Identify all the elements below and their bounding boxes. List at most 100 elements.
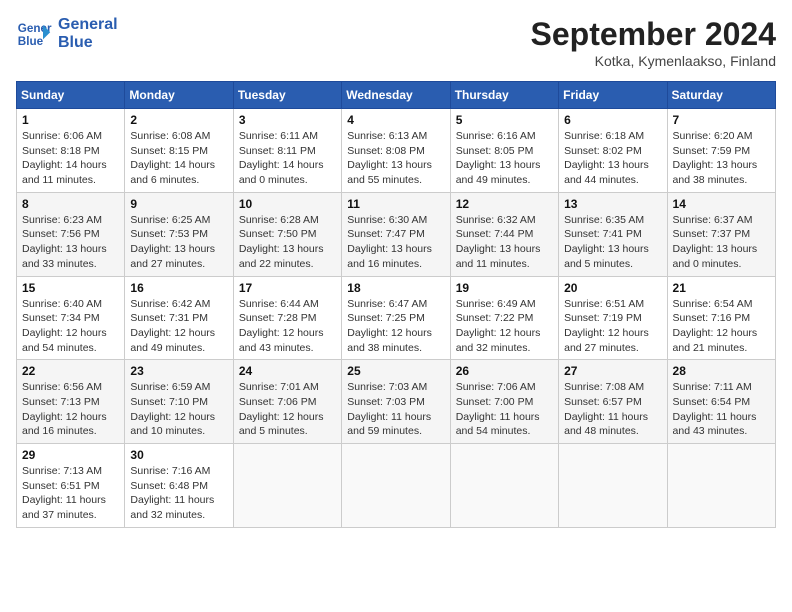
sunset-text: Sunset: 7:13 PM <box>22 395 119 410</box>
sunrise-text: Sunrise: 6:11 AM <box>239 129 336 144</box>
day-number: 5 <box>456 113 553 127</box>
calendar-cell: 12 Sunrise: 6:32 AM Sunset: 7:44 PM Dayl… <box>450 192 558 276</box>
day-number: 23 <box>130 364 227 378</box>
daylight-text: Daylight: 14 hours and 6 minutes. <box>130 158 227 187</box>
daylight-text: Daylight: 11 hours and 32 minutes. <box>130 493 227 522</box>
calendar-cell: 16 Sunrise: 6:42 AM Sunset: 7:31 PM Dayl… <box>125 276 233 360</box>
daylight-text: Daylight: 13 hours and 55 minutes. <box>347 158 444 187</box>
sunrise-text: Sunrise: 6:56 AM <box>22 380 119 395</box>
sunrise-text: Sunrise: 7:06 AM <box>456 380 553 395</box>
calendar-cell: 28 Sunrise: 7:11 AM Sunset: 6:54 PM Dayl… <box>667 360 775 444</box>
daylight-text: Daylight: 11 hours and 37 minutes. <box>22 493 119 522</box>
day-number: 28 <box>673 364 770 378</box>
sunrise-text: Sunrise: 6:37 AM <box>673 213 770 228</box>
calendar-cell: 9 Sunrise: 6:25 AM Sunset: 7:53 PM Dayli… <box>125 192 233 276</box>
sunset-text: Sunset: 7:41 PM <box>564 227 661 242</box>
daylight-text: Daylight: 12 hours and 32 minutes. <box>456 326 553 355</box>
day-info: Sunrise: 6:32 AM Sunset: 7:44 PM Dayligh… <box>456 213 553 272</box>
calendar-cell <box>667 444 775 528</box>
day-number: 10 <box>239 197 336 211</box>
calendar-cell: 29 Sunrise: 7:13 AM Sunset: 6:51 PM Dayl… <box>17 444 125 528</box>
sunset-text: Sunset: 7:25 PM <box>347 311 444 326</box>
sunset-text: Sunset: 6:48 PM <box>130 479 227 494</box>
day-info: Sunrise: 6:35 AM Sunset: 7:41 PM Dayligh… <box>564 213 661 272</box>
day-number: 21 <box>673 281 770 295</box>
daylight-text: Daylight: 11 hours and 48 minutes. <box>564 410 661 439</box>
day-info: Sunrise: 6:51 AM Sunset: 7:19 PM Dayligh… <box>564 297 661 356</box>
daylight-text: Daylight: 13 hours and 38 minutes. <box>673 158 770 187</box>
sunrise-text: Sunrise: 7:01 AM <box>239 380 336 395</box>
day-info: Sunrise: 7:03 AM Sunset: 7:03 PM Dayligh… <box>347 380 444 439</box>
header-cell-saturday: Saturday <box>667 82 775 109</box>
sunrise-text: Sunrise: 6:49 AM <box>456 297 553 312</box>
daylight-text: Daylight: 12 hours and 43 minutes. <box>239 326 336 355</box>
calendar-week-1: 8 Sunrise: 6:23 AM Sunset: 7:56 PM Dayli… <box>17 192 776 276</box>
day-info: Sunrise: 6:54 AM Sunset: 7:16 PM Dayligh… <box>673 297 770 356</box>
daylight-text: Daylight: 12 hours and 54 minutes. <box>22 326 119 355</box>
sunset-text: Sunset: 7:06 PM <box>239 395 336 410</box>
day-number: 25 <box>347 364 444 378</box>
location: Kotka, Kymenlaakso, Finland <box>531 53 776 69</box>
day-number: 7 <box>673 113 770 127</box>
day-number: 17 <box>239 281 336 295</box>
day-info: Sunrise: 6:49 AM Sunset: 7:22 PM Dayligh… <box>456 297 553 356</box>
calendar-cell: 11 Sunrise: 6:30 AM Sunset: 7:47 PM Dayl… <box>342 192 450 276</box>
sunset-text: Sunset: 7:10 PM <box>130 395 227 410</box>
sunset-text: Sunset: 7:19 PM <box>564 311 661 326</box>
header-cell-friday: Friday <box>559 82 667 109</box>
daylight-text: Daylight: 12 hours and 5 minutes. <box>239 410 336 439</box>
sunset-text: Sunset: 8:08 PM <box>347 144 444 159</box>
sunset-text: Sunset: 6:57 PM <box>564 395 661 410</box>
daylight-text: Daylight: 12 hours and 21 minutes. <box>673 326 770 355</box>
logo: General Blue General Blue <box>16 16 118 52</box>
daylight-text: Daylight: 13 hours and 5 minutes. <box>564 242 661 271</box>
sunrise-text: Sunrise: 6:40 AM <box>22 297 119 312</box>
calendar-cell: 8 Sunrise: 6:23 AM Sunset: 7:56 PM Dayli… <box>17 192 125 276</box>
daylight-text: Daylight: 13 hours and 22 minutes. <box>239 242 336 271</box>
calendar-cell: 5 Sunrise: 6:16 AM Sunset: 8:05 PM Dayli… <box>450 109 558 193</box>
sunrise-text: Sunrise: 6:28 AM <box>239 213 336 228</box>
sunset-text: Sunset: 7:31 PM <box>130 311 227 326</box>
day-number: 22 <box>22 364 119 378</box>
calendar-cell: 25 Sunrise: 7:03 AM Sunset: 7:03 PM Dayl… <box>342 360 450 444</box>
day-info: Sunrise: 6:56 AM Sunset: 7:13 PM Dayligh… <box>22 380 119 439</box>
calendar-week-2: 15 Sunrise: 6:40 AM Sunset: 7:34 PM Dayl… <box>17 276 776 360</box>
day-info: Sunrise: 6:20 AM Sunset: 7:59 PM Dayligh… <box>673 129 770 188</box>
calendar-header: SundayMondayTuesdayWednesdayThursdayFrid… <box>17 82 776 109</box>
header-row: SundayMondayTuesdayWednesdayThursdayFrid… <box>17 82 776 109</box>
title-block: September 2024 Kotka, Kymenlaakso, Finla… <box>531 16 776 69</box>
day-info: Sunrise: 7:01 AM Sunset: 7:06 PM Dayligh… <box>239 380 336 439</box>
svg-text:Blue: Blue <box>18 35 44 48</box>
day-info: Sunrise: 7:06 AM Sunset: 7:00 PM Dayligh… <box>456 380 553 439</box>
daylight-text: Daylight: 12 hours and 10 minutes. <box>130 410 227 439</box>
calendar-cell: 23 Sunrise: 6:59 AM Sunset: 7:10 PM Dayl… <box>125 360 233 444</box>
calendar-cell: 3 Sunrise: 6:11 AM Sunset: 8:11 PM Dayli… <box>233 109 341 193</box>
calendar-cell: 6 Sunrise: 6:18 AM Sunset: 8:02 PM Dayli… <box>559 109 667 193</box>
day-info: Sunrise: 6:28 AM Sunset: 7:50 PM Dayligh… <box>239 213 336 272</box>
sunrise-text: Sunrise: 6:08 AM <box>130 129 227 144</box>
calendar-week-4: 29 Sunrise: 7:13 AM Sunset: 6:51 PM Dayl… <box>17 444 776 528</box>
month-title: September 2024 <box>531 16 776 53</box>
sunset-text: Sunset: 7:00 PM <box>456 395 553 410</box>
calendar-cell <box>233 444 341 528</box>
sunrise-text: Sunrise: 6:23 AM <box>22 213 119 228</box>
sunset-text: Sunset: 7:03 PM <box>347 395 444 410</box>
day-info: Sunrise: 7:08 AM Sunset: 6:57 PM Dayligh… <box>564 380 661 439</box>
sunset-text: Sunset: 7:16 PM <box>673 311 770 326</box>
calendar-cell: 24 Sunrise: 7:01 AM Sunset: 7:06 PM Dayl… <box>233 360 341 444</box>
day-info: Sunrise: 6:23 AM Sunset: 7:56 PM Dayligh… <box>22 213 119 272</box>
sunrise-text: Sunrise: 6:42 AM <box>130 297 227 312</box>
calendar-cell <box>450 444 558 528</box>
calendar-cell <box>559 444 667 528</box>
header-cell-thursday: Thursday <box>450 82 558 109</box>
daylight-text: Daylight: 13 hours and 16 minutes. <box>347 242 444 271</box>
calendar-cell: 19 Sunrise: 6:49 AM Sunset: 7:22 PM Dayl… <box>450 276 558 360</box>
calendar-week-3: 22 Sunrise: 6:56 AM Sunset: 7:13 PM Dayl… <box>17 360 776 444</box>
sunrise-text: Sunrise: 6:25 AM <box>130 213 227 228</box>
sunrise-text: Sunrise: 6:44 AM <box>239 297 336 312</box>
logo-line1: General <box>58 16 118 34</box>
sunrise-text: Sunrise: 7:03 AM <box>347 380 444 395</box>
sunrise-text: Sunrise: 7:13 AM <box>22 464 119 479</box>
header-cell-monday: Monday <box>125 82 233 109</box>
logo-icon: General Blue <box>16 16 52 52</box>
